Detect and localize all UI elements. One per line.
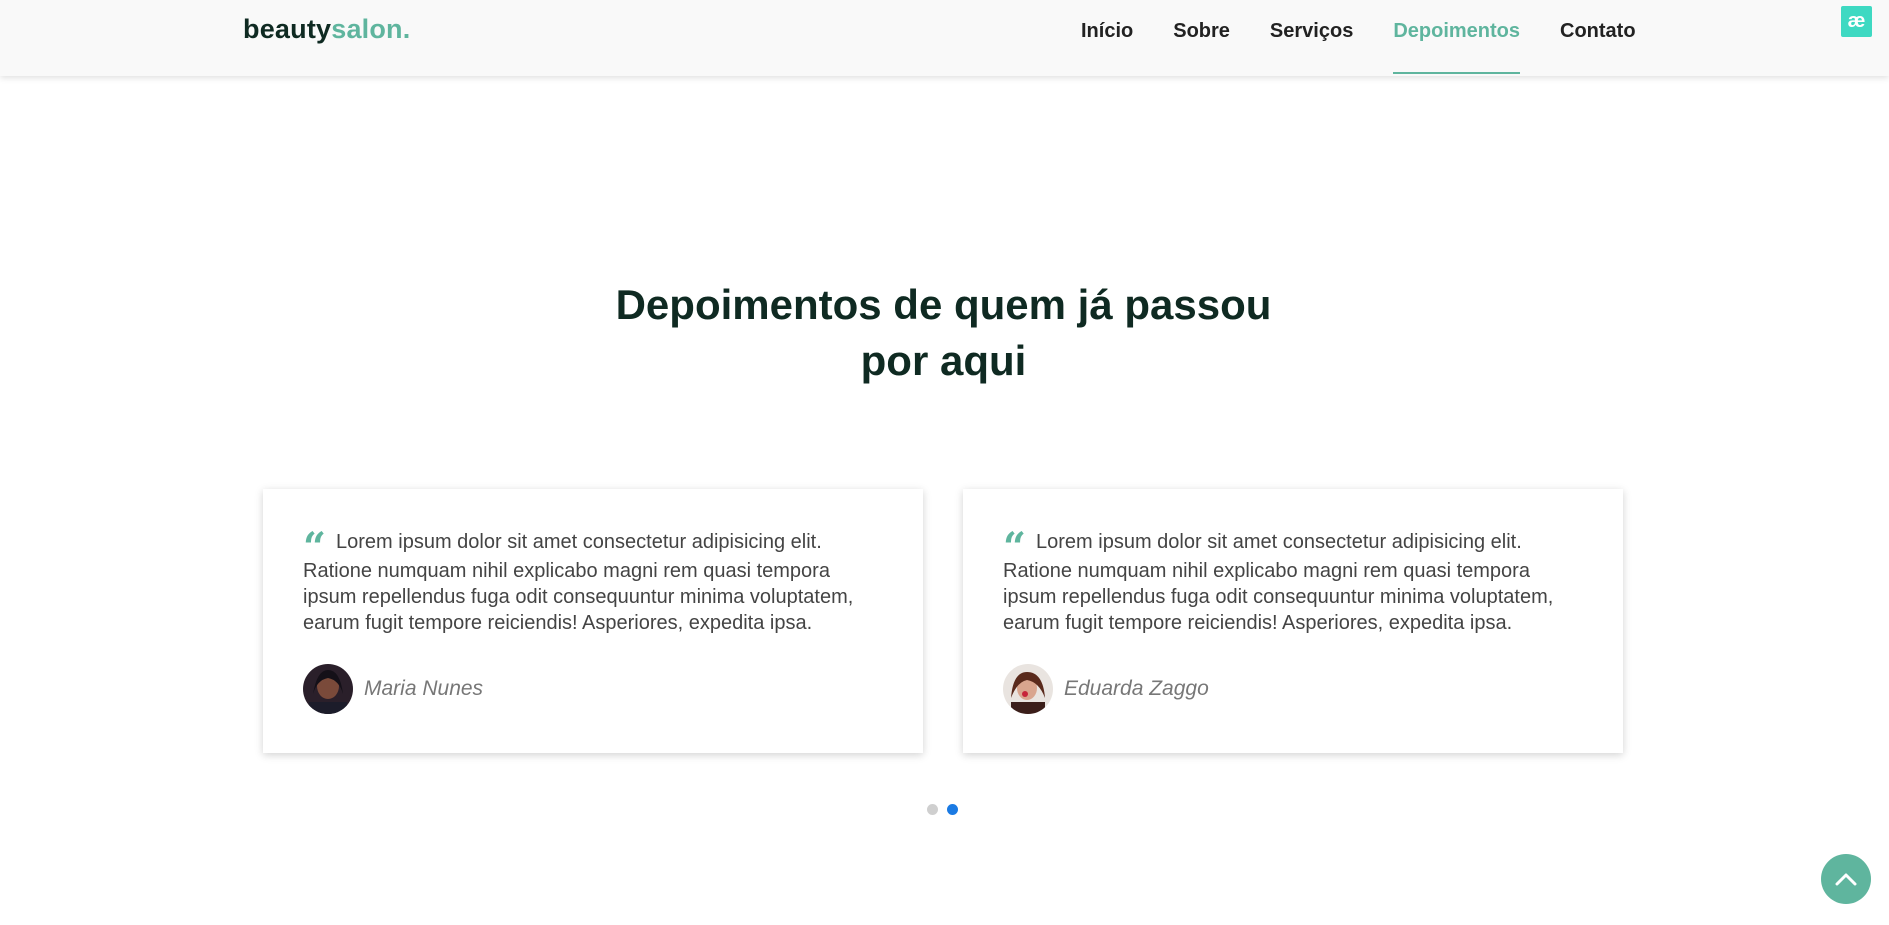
chevron-up-icon [1835,873,1857,886]
carousel-pagination [927,804,967,815]
carousel-dot-active[interactable] [947,804,958,815]
nav-item-sobre[interactable]: Sobre [1173,0,1230,74]
author-name: Maria Nunes [364,677,484,700]
testimonial-card: “Lorem ipsum dolor sit amet consectetur … [963,489,1623,753]
testimonial-quote: “Lorem ipsum dolor sit amet consectetur … [1003,524,1583,636]
site-header: beautysalon. Início Sobre Serviços Depoi… [0,0,1889,76]
quote-icon: “ [1003,524,1027,571]
avatar [303,664,353,714]
nav-item-inicio[interactable]: Início [1081,0,1133,74]
main-nav: Início Sobre Serviços Depoimentos Contat… [1081,0,1636,76]
testimonial-quote: “Lorem ipsum dolor sit amet consectetur … [303,524,883,636]
avatar [1003,664,1053,714]
author-name: Eduarda Zaggo [1064,677,1209,700]
nav-item-depoimentos[interactable]: Depoimentos [1393,0,1520,74]
carousel-dot[interactable] [927,804,938,815]
testimonial-text: Lorem ipsum dolor sit amet consectetur a… [1003,531,1554,634]
testimonial-card: “Lorem ipsum dolor sit amet consectetur … [263,489,923,753]
logo-accent: salon. [331,14,411,44]
testimonial-author: Maria Nunes [303,664,483,714]
extension-icon-glyph: æ [1847,10,1866,32]
nav-item-servicos[interactable]: Serviços [1270,0,1353,74]
quote-icon: “ [303,524,327,571]
nav-item-contato[interactable]: Contato [1560,0,1636,74]
testimonial-text: Lorem ipsum dolor sit amet consectetur a… [303,531,854,634]
section-title-line-2: por aqui [860,337,1027,384]
testimonial-author: Eduarda Zaggo [1003,664,1209,714]
logo-main: beauty [243,14,332,44]
section-title-line-1: Depoimentos de quem já passou [615,281,1272,328]
logo[interactable]: beautysalon. [243,14,410,45]
extension-icon[interactable]: æ [1841,6,1872,37]
section-title: Depoimentos de quem já passou por aqui [0,277,1887,389]
back-to-top-button[interactable] [1821,854,1871,904]
